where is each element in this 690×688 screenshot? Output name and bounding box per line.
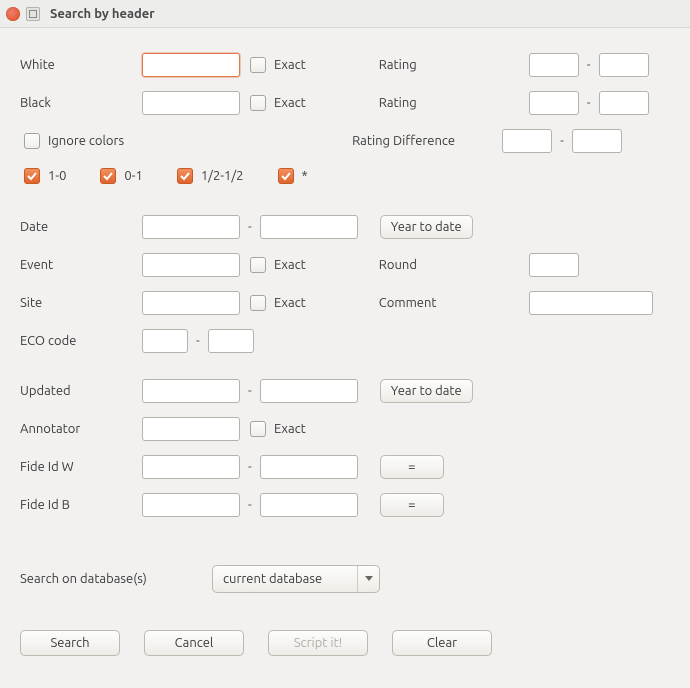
label-date: Date: [20, 220, 142, 234]
result-star-checkbox[interactable]: [278, 168, 294, 184]
close-icon[interactable]: [6, 7, 20, 21]
rating-white-to[interactable]: [599, 53, 649, 77]
fide-b-to[interactable]: [260, 493, 358, 517]
ignore-colors-checkbox[interactable]: [24, 133, 40, 149]
script-it-button: Script it!: [268, 630, 368, 656]
updated-from[interactable]: [142, 379, 240, 403]
fide-w-to[interactable]: [260, 455, 358, 479]
label-site: Site: [20, 296, 142, 310]
result-0-1-checkbox[interactable]: [100, 168, 116, 184]
label-black: Black: [20, 96, 142, 110]
eco-from[interactable]: [142, 329, 188, 353]
event-input[interactable]: [142, 253, 240, 277]
label-fide-b: Fide Id B: [20, 498, 142, 512]
database-select-value: current database: [223, 572, 322, 586]
label-white: White: [20, 58, 142, 72]
updated-to[interactable]: [260, 379, 358, 403]
comment-input[interactable]: [529, 291, 653, 315]
label-rating-black: Rating: [379, 96, 529, 110]
exact-white-label: Exact: [274, 58, 306, 72]
label-rating-white: Rating: [379, 58, 529, 72]
label-updated: Updated: [20, 384, 142, 398]
exact-annotator-checkbox[interactable]: [250, 421, 266, 437]
clear-button[interactable]: Clear: [392, 630, 492, 656]
exact-site-checkbox[interactable]: [250, 295, 266, 311]
exact-black-checkbox[interactable]: [250, 95, 266, 111]
result-draw-label: 1/2-1/2: [201, 169, 244, 183]
window-title: Search by header: [50, 7, 155, 21]
cancel-button[interactable]: Cancel: [144, 630, 244, 656]
exact-black-label: Exact: [274, 96, 306, 110]
label-round: Round: [379, 258, 529, 272]
dash: -: [248, 384, 252, 398]
dash: -: [196, 334, 200, 348]
dash: -: [248, 220, 252, 234]
rating-white-from[interactable]: [529, 53, 579, 77]
rating-black-to[interactable]: [599, 91, 649, 115]
exact-annotator-label: Exact: [274, 422, 306, 436]
search-button[interactable]: Search: [20, 630, 120, 656]
label-comment: Comment: [379, 296, 529, 310]
dialog-content: White Exact Rating - Black Exact Rating …: [0, 28, 690, 676]
label-search-on: Search on database(s): [20, 572, 212, 586]
label-annotator: Annotator: [20, 422, 142, 436]
exact-event-label: Exact: [274, 258, 306, 272]
chevron-down-icon: [357, 566, 379, 592]
titlebar: Search by header: [0, 0, 690, 28]
label-fide-w: Fide Id W: [20, 460, 142, 474]
dash: -: [587, 96, 591, 110]
black-input[interactable]: [142, 91, 240, 115]
exact-white-checkbox[interactable]: [250, 57, 266, 73]
result-0-1-label: 0-1: [124, 169, 142, 183]
site-input[interactable]: [142, 291, 240, 315]
label-rating-diff: Rating Difference: [352, 134, 502, 148]
round-input[interactable]: [529, 253, 579, 277]
dash: -: [560, 134, 564, 148]
fide-b-from[interactable]: [142, 493, 240, 517]
fide-w-from[interactable]: [142, 455, 240, 479]
fide-b-eq-button[interactable]: =: [380, 493, 444, 517]
year-to-date-updated-button[interactable]: Year to date: [380, 379, 473, 403]
result-star-label: *: [302, 169, 308, 183]
fide-w-eq-button[interactable]: =: [380, 455, 444, 479]
dash: -: [587, 58, 591, 72]
white-input[interactable]: [142, 53, 240, 77]
dash: -: [248, 498, 252, 512]
database-select[interactable]: current database: [212, 565, 380, 593]
date-to[interactable]: [260, 215, 358, 239]
date-from[interactable]: [142, 215, 240, 239]
exact-event-checkbox[interactable]: [250, 257, 266, 273]
result-draw-checkbox[interactable]: [177, 168, 193, 184]
maximize-icon[interactable]: [26, 7, 40, 21]
dash: -: [248, 460, 252, 474]
result-1-0-label: 1-0: [48, 169, 66, 183]
rating-diff-to[interactable]: [572, 129, 622, 153]
result-1-0-checkbox[interactable]: [24, 168, 40, 184]
rating-diff-from[interactable]: [502, 129, 552, 153]
eco-to[interactable]: [208, 329, 254, 353]
label-event: Event: [20, 258, 142, 272]
year-to-date-button[interactable]: Year to date: [380, 215, 473, 239]
exact-site-label: Exact: [274, 296, 306, 310]
annotator-input[interactable]: [142, 417, 240, 441]
rating-black-from[interactable]: [529, 91, 579, 115]
ignore-colors-label: Ignore colors: [48, 134, 124, 148]
label-eco: ECO code: [20, 334, 142, 348]
